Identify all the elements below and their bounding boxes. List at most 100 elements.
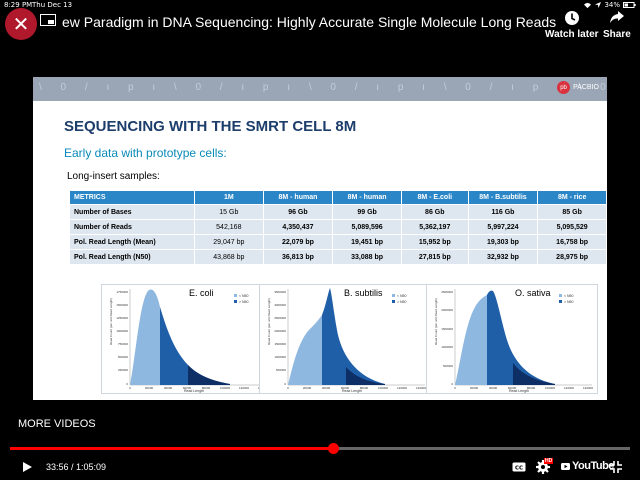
table-cell: 15 Gb (194, 204, 264, 220)
e-coli-plot: < N50 > N50 Read Count (per unit Read Le… (109, 289, 268, 393)
svg-text:CC: CC (515, 465, 523, 471)
table-header-cell: 8M - E.coli (400, 190, 469, 205)
table-cell: 28,975 bp (537, 249, 607, 265)
youtube-play-icon (561, 462, 570, 470)
y-tick: 0 (284, 382, 286, 386)
settings-button[interactable]: HD (533, 458, 554, 475)
table-cell: 19,451 bp (332, 234, 402, 250)
row-label: Number of Bases (68, 204, 196, 220)
status-bar: 8:29 PM Thu Dec 13 34% (0, 0, 640, 11)
share-icon (609, 11, 624, 23)
youtube-logo[interactable]: YouTube (561, 460, 614, 472)
y-ticks: 2500000 2000000 1500000 1000000 500000 0 (441, 290, 453, 386)
status-right: 34% (583, 1, 636, 9)
y-tick: 1500000 (116, 303, 128, 307)
b-subtilis-plot: < N50 > N50 Read Count (per unit Read Le… (267, 288, 426, 393)
captions-icon[interactable]: CC (512, 462, 526, 472)
table-cell: 116 Gb (467, 204, 539, 220)
legend-swatch-above (392, 300, 395, 303)
table-cell: 43,868 bp (194, 249, 264, 265)
location-icon (595, 2, 602, 8)
x-tick: 20000 (303, 386, 312, 390)
slide-title: SEQUENCING WITH THE SMRT CELL 8M (64, 118, 357, 135)
table-row: Number of Bases 15 Gb 96 Gb 99 Gb 86 Gb … (68, 204, 607, 220)
video-frame-slide[interactable]: \ 0 / ı p ı \ 0 / ı p ı \ 0 / ı p ı \ 0 … (33, 77, 607, 400)
y-ticks: 1750000 1500000 1250000 1000000 750000 5… (116, 290, 128, 386)
x-tick: 20000 (145, 386, 154, 390)
table-header-cell: METRICS (68, 190, 196, 205)
x-tick: 100000 (378, 386, 388, 390)
progress-bar[interactable] (10, 443, 630, 454)
clock-icon (564, 11, 579, 25)
more-videos-button[interactable]: MORE VIDEOS (18, 418, 96, 430)
battery-percent: 34% (604, 1, 620, 9)
table-cell: 27,815 bp (400, 249, 469, 265)
fullscreen-exit-icon[interactable] (610, 461, 622, 473)
table-cell: 36,813 bp (262, 249, 334, 265)
close-button[interactable]: ✕ (5, 8, 37, 40)
slide-subtitle: Early data with prototype cells: (64, 146, 227, 160)
y-axis-label: Read Count (per unit Read Length) (109, 298, 113, 345)
legend-swatch-above (234, 300, 237, 303)
table-cell: 33,088 bp (332, 249, 402, 265)
slide-header-band: \ 0 / ı p ı \ 0 / ı p ı \ 0 / ı p ı \ 0 … (33, 77, 607, 101)
table-cell: 15,952 bp (400, 234, 469, 250)
table-cell: 5,997,224 (467, 219, 539, 235)
y-axis-label: Read Count (per unit Read Length) (267, 298, 271, 345)
table-header-cell: 8M - human (262, 190, 334, 205)
x-tick: 80000 (527, 386, 536, 390)
table-cell: 4,350,437 (262, 219, 334, 235)
miniplayer-icon[interactable] (40, 14, 56, 26)
table-header-cell: 8M - B.subtilis (467, 190, 539, 205)
y-tick: 0 (126, 382, 128, 386)
o-sativa-plot: < N50 > N50 Read Count (per unit Read Le… (434, 289, 593, 393)
wifi-icon (584, 2, 592, 8)
row-label: Number of Reads (68, 219, 196, 235)
x-tick: 60000 (341, 386, 350, 390)
curve-above-n50 (487, 290, 555, 385)
x-tick: 100000 (220, 386, 230, 390)
x-tick: 120000 (564, 386, 574, 390)
y-tick: 0 (451, 382, 453, 386)
share-button[interactable]: Share (603, 10, 631, 40)
logo-mark: pb (557, 81, 571, 94)
y-tick: 3000000 (274, 303, 286, 307)
close-icon: ✕ (12, 13, 30, 36)
legend-swatch-above (559, 300, 562, 303)
y-tick: 1000000 (441, 345, 453, 349)
legend-label-above: > N50 (239, 300, 248, 304)
y-tick: 2000000 (274, 329, 286, 333)
table-row: Pol. Read Length (Mean) 29,047 bp 22,079… (68, 234, 607, 250)
row-label: Pol. Read Length (Mean) (68, 234, 196, 250)
play-icon[interactable] (21, 461, 33, 473)
curve-above-n50 (322, 288, 385, 385)
y-tick: 750000 (118, 342, 128, 346)
x-tick: 120000 (397, 386, 407, 390)
curve-below-n50 (130, 289, 160, 385)
x-tick: 20000 (470, 386, 479, 390)
y-tick: 2000000 (441, 308, 453, 312)
table-cell: 96 Gb (262, 204, 334, 220)
slide-subtitle-2: Long-insert samples: (67, 171, 160, 182)
hd-badge: HD (544, 458, 554, 464)
table-cell: 5,095,529 (537, 219, 607, 235)
table-cell: 5,362,197 (400, 219, 469, 235)
x-tick: 40000 (322, 386, 331, 390)
y-tick: 1500000 (274, 342, 286, 346)
watch-later-label: Watch later (545, 29, 599, 40)
x-tick: 140000 (416, 386, 426, 390)
x-tick: 40000 (489, 386, 498, 390)
table-cell: 16,758 bp (537, 234, 607, 250)
legend-swatch-below (234, 294, 237, 297)
x-tick: 0 (454, 386, 456, 390)
youtube-wordmark: YouTube (572, 460, 614, 472)
y-tick: 1500000 (441, 327, 453, 331)
y-tick: 3500000 (274, 290, 286, 294)
y-tick: 1000000 (116, 329, 128, 333)
y-tick: 500000 (276, 368, 286, 372)
scrubber-handle[interactable] (328, 443, 340, 454)
watch-later-button[interactable]: Watch later (545, 10, 599, 40)
table-cell: 85 Gb (537, 204, 607, 220)
y-tick: 500000 (443, 364, 453, 368)
chart-o-sativa: < N50 > N50 Read Count (per unit Read Le… (426, 284, 598, 394)
